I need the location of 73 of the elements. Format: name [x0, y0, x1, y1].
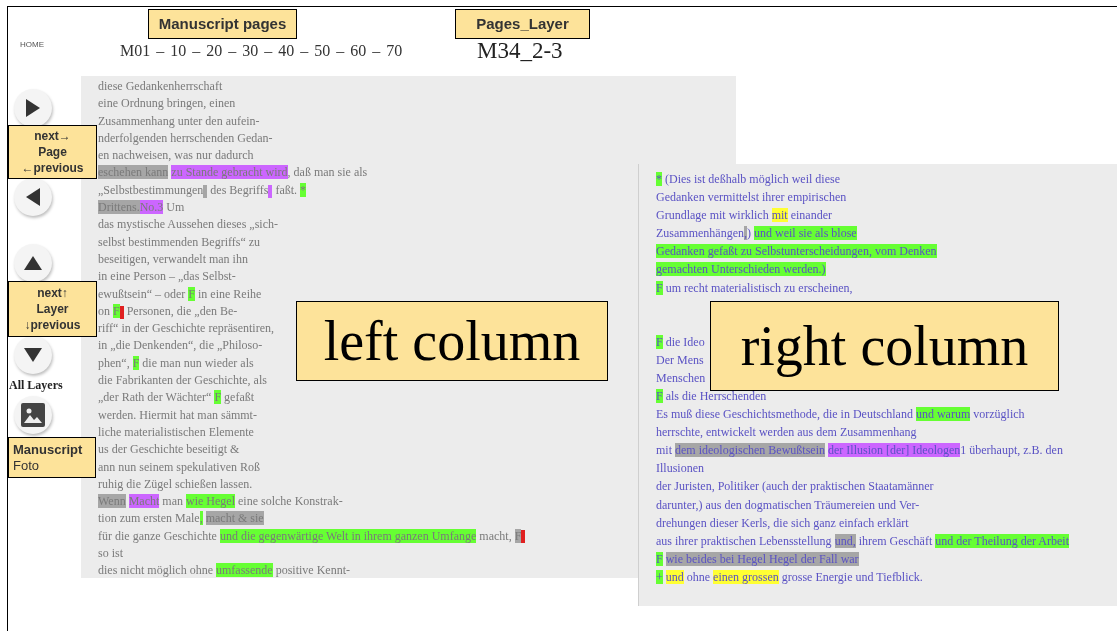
text-line: ruhig die Zügel schießen lassen.	[98, 475, 253, 493]
text-line: „der Rath der Wächter“ F gefaßt	[98, 389, 255, 407]
annotation-label: Manuscript Foto	[8, 437, 96, 478]
separator-text: –	[264, 41, 273, 61]
text-line: ann nun seinem spekulativen Roß	[98, 458, 260, 476]
text-line: eine Ordnung bringen, einen	[98, 95, 236, 113]
text-line: Gedanken vermittelst ihrer empirischen	[656, 189, 847, 207]
text-line: Grundlage mit wirklich mit einander	[656, 207, 832, 225]
annotation-label: next→ Page ←previous	[8, 125, 97, 179]
text-line: Der Mens	[656, 351, 704, 369]
page-link[interactable]: M01	[120, 39, 151, 63]
page-link[interactable]: 30	[242, 39, 259, 63]
text-line: liche materialistischen Elemente	[98, 423, 254, 441]
annotation-label: left column	[296, 301, 608, 381]
text-line: phen“, F die man nun wieder als	[98, 354, 254, 372]
annotation-label: Pages_Layer	[455, 9, 590, 39]
text-line: riff“ in der Geschichte repräsentiren,	[98, 320, 275, 338]
all-layers-label[interactable]: All Layers	[9, 378, 63, 392]
text-line: die Fabrikanten der Geschichte, als	[98, 372, 267, 390]
separator-text: –	[336, 41, 345, 61]
text-line: on F Personen, die „den Be-	[98, 302, 238, 321]
separator-text: –	[192, 41, 201, 61]
text-line: F um recht materialistisch zu erscheinen,	[656, 279, 853, 297]
page-link[interactable]: 10	[170, 39, 187, 63]
text-line: Illusionen	[656, 460, 704, 478]
text-line: nderfolgenden herrschenden Gedan-	[98, 129, 273, 147]
separator-text: –	[228, 41, 237, 61]
text-line: Zusammenhängen,) und weil sie als blose	[656, 225, 857, 243]
text-line: Zusammenhang unter den aufein-	[98, 112, 260, 130]
separator-text: –	[372, 41, 381, 61]
separator-text: –	[156, 41, 165, 61]
text-line: das mystische Aussehen dieses „sich-	[98, 216, 278, 234]
text-line: us der Geschichte beseitigt &	[98, 441, 240, 459]
text-line: en nachweisen, was nur dadurch	[98, 147, 254, 165]
page-link[interactable]: 70	[386, 39, 403, 63]
previous-layer-button[interactable]	[14, 336, 52, 374]
text-line: „Selbstbestimmungen des Begriffs faßt. *	[98, 181, 307, 200]
text-line: diese Gedankenherrschaft	[98, 78, 223, 95]
image-icon	[21, 403, 45, 427]
text-line: der Juristen, Politiker (auch der praktischen Staatamänner	[656, 478, 934, 496]
separator-text: –	[300, 41, 309, 61]
text-line: Menschen	[656, 369, 706, 387]
next-layer-button[interactable]	[14, 244, 52, 282]
text-line: * (Dies ist deßhalb möglich weil diese	[656, 171, 840, 188]
page-link[interactable]: 20	[206, 39, 223, 63]
annotation-label: right column	[710, 301, 1059, 391]
text-line: darunter,) aus den dogmatischen Träumereien und Ver-	[656, 496, 920, 514]
text-line: beseitigen, verwandelt man ihn	[98, 250, 248, 268]
text-line: drehungen dieser Kerls, die sich ganz einfach erklärt	[656, 514, 909, 532]
text-line: in „die Denkenden“, die „Philoso-	[98, 337, 263, 355]
text-line: + und ohne einen grossen grosse Energie und Tiefblick.	[656, 568, 923, 586]
text-line: F wie beides bei Hegel Hegel der Fall war	[656, 550, 859, 568]
text-line: Es muß diese Geschichtsmethode, die in Deutschland und warum vorzüglich	[656, 406, 1025, 424]
text-line: herrschte, entwickelt werden aus dem Zusammenhang	[656, 424, 917, 442]
previous-page-button[interactable]	[14, 178, 52, 216]
text-line: in eine Person – „das Selbst-	[98, 268, 236, 286]
text-line: werden. Hiermit hat man sämmt-	[98, 406, 257, 424]
page-link[interactable]: 50	[314, 39, 331, 63]
page-link[interactable]: 60	[350, 39, 367, 63]
annotation-label: next↑ Layer ↓previous	[8, 281, 97, 337]
text-line: F die Ideo	[656, 333, 705, 351]
text-line: aus ihrer praktischen Lebensstellung und, ihrem Geschäft und der Theilung der Arbeit	[656, 532, 1069, 550]
home-link[interactable]: HOME	[20, 40, 44, 50]
text-line: ewußtsein“ – oder F in eine Reihe	[98, 285, 262, 303]
next-page-button[interactable]	[14, 89, 52, 127]
manuscript-photo-button[interactable]	[14, 396, 52, 434]
text-line: mit dem ideologischen Bewußtsein der Illusion [der] Ideologen1 überhaupt, z.B. den	[656, 442, 1063, 460]
text-line: so ist	[98, 545, 123, 562]
annotation-label: Manuscript pages	[148, 9, 297, 39]
text-line: selbst bestimmenden Begriffs“ zu	[98, 233, 261, 251]
page-link[interactable]: 40	[278, 39, 295, 63]
text-line: dies nicht möglich ohne umfassende positive Kennt-	[98, 562, 350, 580]
layer-id-text: M34_2-3	[477, 37, 563, 65]
